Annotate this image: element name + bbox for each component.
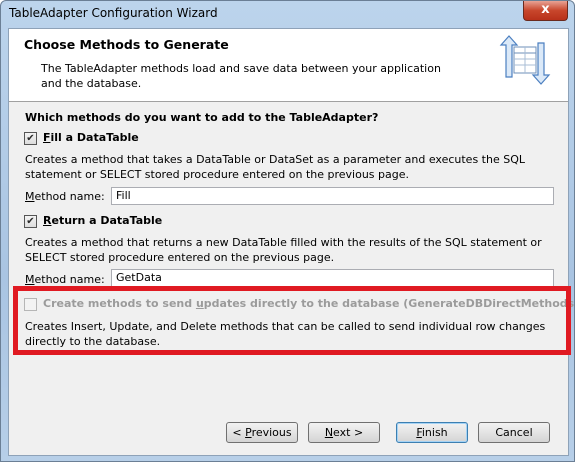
return-method-label-text: ethod name: bbox=[34, 273, 105, 286]
return-method-name-label: Method name: bbox=[25, 273, 105, 286]
close-button[interactable]: x bbox=[523, 1, 568, 21]
methods-question: Which methods do you want to add to the … bbox=[25, 111, 379, 124]
page-title: Choose Methods to Generate bbox=[24, 37, 229, 52]
return-method-name-input[interactable]: GetData bbox=[111, 269, 554, 287]
return-method-mnemonic: M bbox=[25, 273, 35, 286]
fill-label-text: ill a DataTable bbox=[50, 131, 139, 144]
return-description: Creates a method that returns a new Data… bbox=[25, 236, 542, 264]
wizard-window: TableAdapter Configuration Wizard x Choo… bbox=[0, 0, 575, 462]
fill-method-mnemonic: M bbox=[25, 190, 35, 203]
fill-datatable-checkbox[interactable]: ✔ bbox=[24, 132, 37, 145]
return-method-name-value: GetData bbox=[116, 271, 162, 284]
wizard-client-area: Choose Methods to Generate The TableAdap… bbox=[8, 28, 575, 456]
next-button[interactable]: Next > bbox=[308, 422, 380, 443]
return-label-text: eturn a DataTable bbox=[51, 214, 163, 227]
fill-method-name-input[interactable]: Fill bbox=[111, 187, 554, 205]
red-highlight-box bbox=[13, 286, 571, 355]
fill-description: Creates a method that takes a DataTable … bbox=[25, 153, 525, 181]
page-description: The TableAdapter methods load and save d… bbox=[41, 62, 441, 90]
title-bar[interactable]: TableAdapter Configuration Wizard x bbox=[1, 1, 574, 27]
fill-label-mnemonic: F bbox=[43, 131, 51, 144]
next-label: ext > bbox=[333, 426, 364, 439]
previous-label: revious bbox=[251, 426, 292, 439]
fill-method-name-value: Fill bbox=[116, 189, 131, 202]
fill-datatable-label: Fill a DataTable bbox=[43, 131, 139, 144]
checkmark-icon: ✔ bbox=[26, 216, 35, 227]
fill-method-name-label: Method name: bbox=[25, 190, 105, 203]
finish-button[interactable]: Finish bbox=[396, 422, 468, 443]
next-mnemonic: N bbox=[324, 426, 334, 439]
wizard-arrows-table-icon bbox=[499, 35, 551, 85]
cancel-label: Cancel bbox=[495, 426, 533, 439]
checkmark-icon: ✔ bbox=[26, 133, 35, 144]
fill-method-label-text: ethod name: bbox=[34, 190, 105, 203]
close-icon: x bbox=[541, 2, 550, 17]
previous-prefix: < bbox=[232, 426, 246, 439]
cancel-button[interactable]: Cancel bbox=[478, 422, 550, 443]
wizard-header: Choose Methods to Generate The TableAdap… bbox=[9, 29, 568, 102]
return-datatable-label: Return a DataTable bbox=[43, 214, 162, 227]
return-datatable-checkbox[interactable]: ✔ bbox=[24, 215, 37, 228]
window-title: TableAdapter Configuration Wizard bbox=[9, 6, 218, 20]
finish-label: inish bbox=[421, 426, 448, 439]
previous-button[interactable]: < Previous bbox=[226, 422, 298, 443]
